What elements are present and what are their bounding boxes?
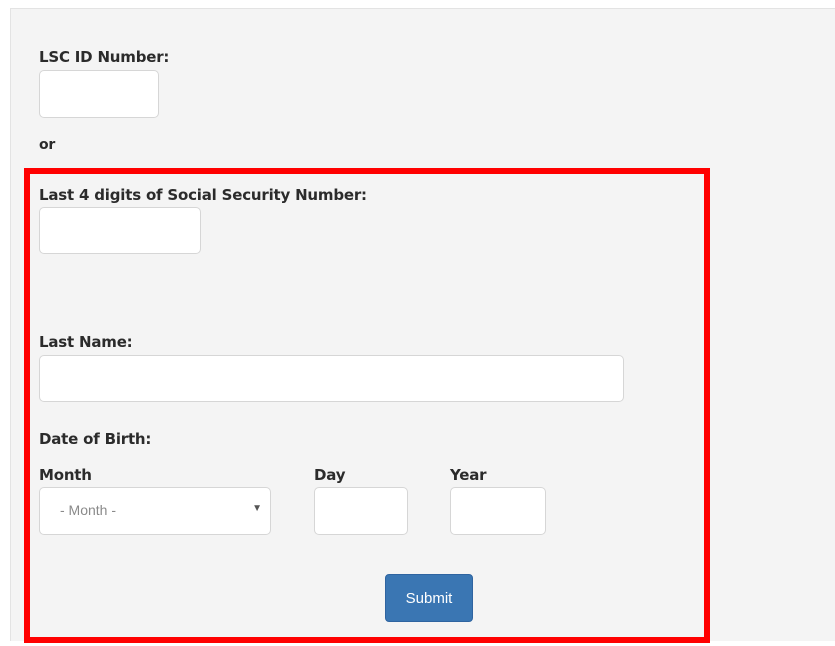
month-select[interactable]: - Month - ▼ <box>39 487 271 535</box>
page: LSC ID Number: or Last 4 digits of Socia… <box>0 0 835 646</box>
month-label: Month <box>39 466 92 484</box>
year-input[interactable] <box>450 487 546 535</box>
dropdown-arrow-icon: ▼ <box>252 503 262 514</box>
ssn-input[interactable] <box>39 207 201 254</box>
last-name-input[interactable] <box>39 355 624 402</box>
year-label: Year <box>450 466 487 484</box>
month-select-value: - Month - <box>60 502 117 518</box>
lsc-id-label: LSC ID Number: <box>39 48 170 66</box>
or-label: or <box>39 137 56 153</box>
last-name-label: Last Name: <box>39 333 133 351</box>
day-input[interactable] <box>314 487 408 535</box>
submit-button[interactable]: Submit <box>385 574 473 622</box>
ssn-label: Last 4 digits of Social Security Number: <box>39 186 367 204</box>
day-label: Day <box>314 466 346 484</box>
dob-label: Date of Birth: <box>39 430 152 448</box>
lsc-id-input[interactable] <box>39 70 159 118</box>
